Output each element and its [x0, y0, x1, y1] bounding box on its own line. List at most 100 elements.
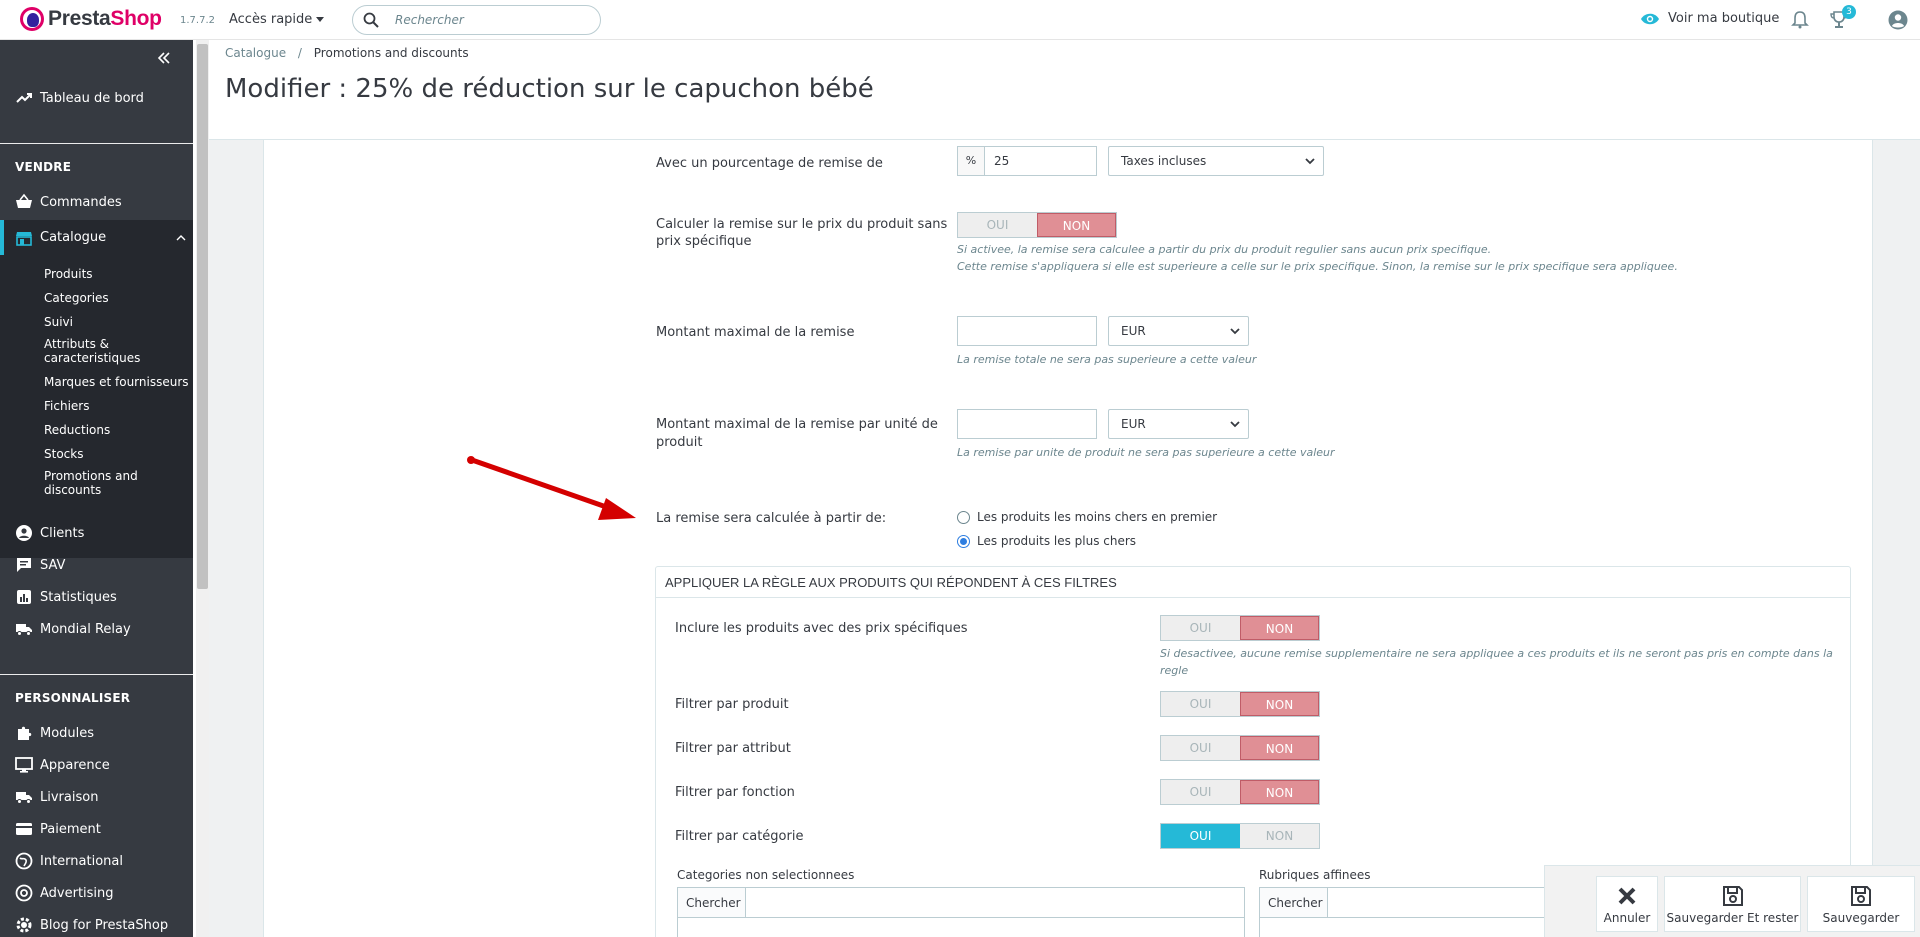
at-sign-icon: [15, 884, 33, 902]
toggle-yes[interactable]: OUI: [1161, 736, 1240, 760]
based-on-label: La remise sera calculée à partir de:: [656, 511, 887, 526]
divider: [0, 143, 193, 144]
breadcrumb-catalog[interactable]: Catalogue: [225, 46, 286, 60]
search-input[interactable]: [395, 11, 585, 29]
sidebar-item-sav[interactable]: SAV: [0, 555, 193, 575]
radio-cheapest-first[interactable]: Les produits les moins chers en premier: [957, 510, 1217, 524]
toggle-no[interactable]: NON: [1239, 616, 1319, 640]
calc-without-specific-label: Calculer la remise sur le prix du produi…: [656, 217, 948, 232]
sidebar-item-shipping[interactable]: Livraison: [0, 787, 193, 807]
sidebar-item-modules[interactable]: Modules: [0, 723, 193, 743]
filter-attribute-label: Filtrer par attribut: [675, 741, 791, 756]
save-icon: [1722, 886, 1743, 906]
toggle-no[interactable]: NON: [1240, 824, 1319, 848]
toggle-yes[interactable]: OUI: [1161, 616, 1240, 640]
puzzle-icon: [18, 726, 32, 740]
filter-attribute-toggle[interactable]: OUI NON: [1160, 735, 1320, 761]
active-indicator: [0, 220, 4, 255]
collapse-sidebar-icon[interactable]: [156, 50, 172, 66]
calc-help-1: Si activee, la remise sera calculee a pa…: [957, 243, 1492, 256]
sidebar-item-catalog[interactable]: Catalogue: [0, 220, 193, 255]
view-shop-link[interactable]: Voir ma boutique: [1640, 11, 1779, 26]
submenu-item-discounts[interactable]: Reductions: [44, 423, 189, 437]
quick-access-dropdown[interactable]: Accès rapide: [229, 12, 325, 27]
chat-icon: [17, 558, 31, 572]
toggle-yes[interactable]: OUI: [1161, 824, 1240, 848]
filter-category-toggle[interactable]: OUI NON: [1160, 823, 1320, 849]
chevron-down-icon: [1230, 328, 1240, 335]
sidebar: Tableau de bord VENDRE Commandes Catalog…: [0, 40, 193, 937]
unselected-search-input[interactable]: [746, 888, 1244, 917]
main-content: Avec un pourcentage de remise de % 25 Ta…: [209, 140, 1920, 937]
form-actions-bar: Annuler Sauvegarder Et rester Sauvegarde…: [1544, 865, 1920, 937]
submenu-item-monitoring[interactable]: Suivi: [44, 315, 189, 329]
sidebar-scrollbar[interactable]: [196, 40, 209, 937]
calc-help-2: Cette remise s'appliquera si elle est su…: [957, 260, 1678, 273]
breadcrumb-current[interactable]: Promotions and discounts: [314, 46, 469, 60]
filter-feature-label: Filtrer par fonction: [675, 785, 795, 800]
sidebar-item-dashboard[interactable]: Tableau de bord: [0, 88, 193, 108]
sidebar-item-advertising[interactable]: Advertising: [0, 883, 193, 903]
search-box[interactable]: [352, 5, 601, 35]
include-specific-toggle[interactable]: OUI NON: [1160, 615, 1320, 641]
sidebar-item-orders[interactable]: Commandes: [0, 192, 193, 212]
prestashop-logo[interactable]: PrestaShop: [20, 7, 162, 31]
chevron-down-icon: [1230, 421, 1240, 428]
radio-button[interactable]: [957, 510, 970, 524]
max-amount-label: Montant maximal de la remise: [656, 325, 855, 340]
save-and-stay-button[interactable]: Sauvegarder Et rester: [1664, 876, 1801, 932]
toggle-no[interactable]: NON: [1239, 692, 1319, 716]
percent-addon: %: [958, 147, 985, 175]
percent-input[interactable]: % 25: [957, 146, 1097, 176]
toggle-yes[interactable]: OUI: [1161, 692, 1240, 716]
tax-select[interactable]: Taxes incluses: [1108, 146, 1324, 176]
submenu-item-products[interactable]: Produits: [44, 267, 189, 281]
toggle-yes[interactable]: OUI: [958, 213, 1037, 237]
submenu-item-stocks[interactable]: Stocks: [44, 447, 189, 461]
filter-product-toggle[interactable]: OUI NON: [1160, 691, 1320, 717]
max-per-unit-currency-select[interactable]: EUR: [1108, 409, 1249, 439]
sidebar-item-payment[interactable]: Paiement: [0, 819, 193, 839]
max-per-unit-input[interactable]: [957, 409, 1097, 439]
filter-panel-title: Appliquer la règle aux produits qui répo…: [665, 575, 1117, 590]
version-number: 1.7.7.2: [180, 15, 215, 26]
max-amount-input[interactable]: [957, 316, 1097, 346]
submenu-item-files[interactable]: Fichiers: [44, 399, 189, 413]
sidebar-item-international[interactable]: International: [0, 851, 193, 871]
submenu-item-attributes[interactable]: Attributs & caracteristiques: [44, 337, 189, 365]
chevron-up-icon: [176, 235, 186, 241]
unselected-search-row: Chercher: [677, 887, 1245, 918]
sidebar-item-customers[interactable]: Clients: [0, 523, 193, 543]
sidebar-item-stats[interactable]: Statistiques: [0, 587, 193, 607]
submenu-item-promotions[interactable]: Promotions and discounts: [44, 469, 189, 497]
scrollbar-thumb[interactable]: [197, 44, 208, 589]
trending-up-icon: [16, 93, 32, 103]
bell-icon[interactable]: [1789, 9, 1811, 31]
sidebar-item-mondial-relay[interactable]: Mondial Relay: [0, 619, 193, 639]
calc-without-specific-toggle[interactable]: OUI NON: [957, 212, 1117, 238]
truck-icon: [16, 624, 32, 636]
toggle-no[interactable]: NON: [1239, 780, 1319, 804]
cancel-button[interactable]: Annuler: [1596, 876, 1658, 932]
toggle-yes[interactable]: OUI: [1161, 780, 1240, 804]
notification-badge: 3: [1842, 5, 1856, 19]
user-circle-icon: [16, 525, 32, 541]
max-amount-currency-select[interactable]: EUR: [1108, 316, 1249, 346]
section-sell: VENDRE: [15, 160, 72, 174]
save-button[interactable]: Sauvegarder: [1807, 876, 1915, 932]
max-per-unit-help: La remise par unite de produit ne sera p…: [957, 446, 1335, 459]
sidebar-item-appearance[interactable]: Apparence: [0, 755, 193, 775]
filter-feature-toggle[interactable]: OUI NON: [1160, 779, 1320, 805]
radio-button-checked[interactable]: [957, 534, 970, 548]
eye-icon: [1641, 13, 1659, 24]
toggle-no[interactable]: NON: [1036, 213, 1116, 237]
submenu-item-categories[interactable]: Categories: [44, 291, 189, 305]
chevron-down-icon: [1305, 158, 1315, 165]
sidebar-item-blog[interactable]: Blog for PrestaShop: [0, 915, 193, 935]
radio-most-expensive[interactable]: Les produits les plus chers: [957, 534, 1136, 548]
toggle-no[interactable]: NON: [1239, 736, 1319, 760]
filter-panel-header: Appliquer la règle aux produits qui répo…: [656, 567, 1850, 598]
unselected-categories-list[interactable]: [677, 918, 1245, 937]
submenu-item-brands[interactable]: Marques et fournisseurs: [44, 375, 189, 389]
user-account-icon[interactable]: [1887, 9, 1909, 31]
